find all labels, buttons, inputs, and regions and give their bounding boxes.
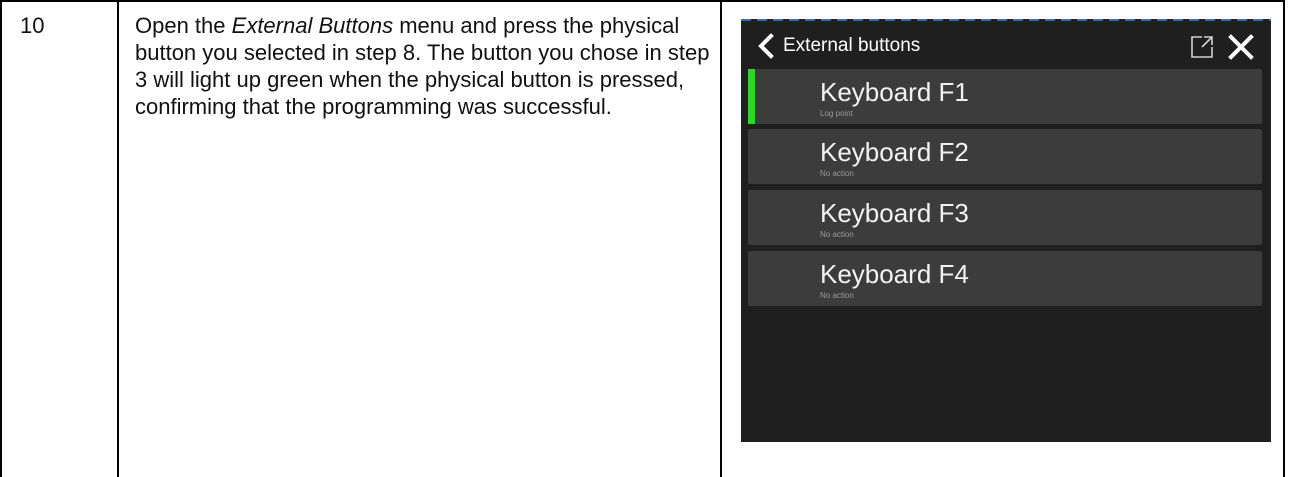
active-indicator [748,69,755,124]
item-action: No action [820,230,854,239]
popout-icon[interactable] [1189,34,1215,60]
step-instructions: Open the External Buttons menu and press… [135,12,715,120]
item-label: Keyboard F4 [820,259,969,289]
device-screenshot: External buttons Keyboard F1 Log point K… [741,19,1271,442]
table-border-left [0,0,2,477]
item-label: Keyboard F2 [820,137,969,167]
step-number: 10 [20,13,45,38]
instruction-text: Open the [135,13,232,38]
item-action: No action [820,169,854,178]
instruction-table: 10 Open the External Buttons menu and pr… [0,0,1290,477]
table-border-top [0,0,1285,2]
table-column-divider [720,0,722,477]
table-border-right [1283,0,1285,477]
item-action: Log point [820,109,853,118]
close-icon[interactable] [1227,33,1255,61]
item-action: No action [820,291,854,300]
item-label: Keyboard F3 [820,198,969,228]
screen-top-edge [741,19,1271,21]
table-column-divider [117,0,119,477]
list-item-keyboard-f1[interactable]: Keyboard F1 Log point [748,69,1262,124]
menu-name: External Buttons [231,13,394,38]
list-item-keyboard-f2[interactable]: Keyboard F2 No action [748,129,1262,184]
item-label: Keyboard F1 [820,77,969,107]
back-chevron-icon[interactable] [755,33,777,59]
list-item-keyboard-f3[interactable]: Keyboard F3 No action [748,190,1262,245]
screen-title: External buttons [783,35,921,56]
list-item-keyboard-f4[interactable]: Keyboard F4 No action [748,251,1262,306]
screen-header: External buttons [741,27,1271,67]
